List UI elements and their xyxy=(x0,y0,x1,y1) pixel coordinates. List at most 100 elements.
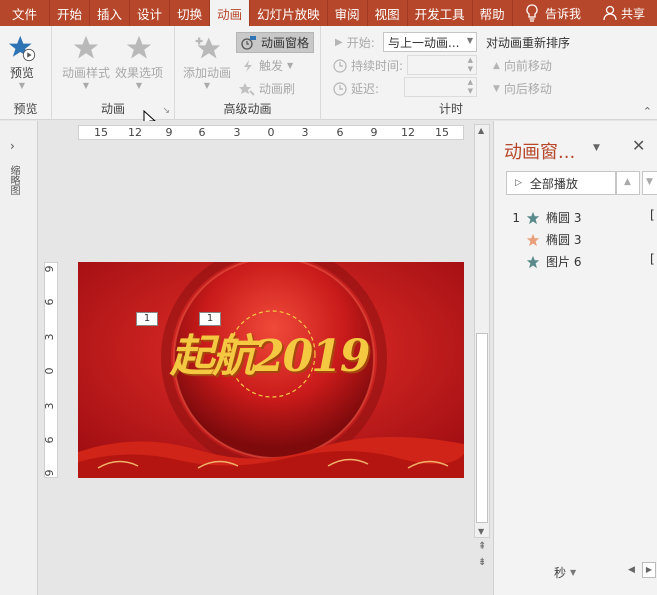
chevron-down-icon: ▼ xyxy=(570,568,577,577)
tab-insert[interactable]: 插入 xyxy=(90,0,131,26)
animation-styles-button[interactable]: 动画样式 ▼ xyxy=(62,34,110,90)
tab-view[interactable]: 视图 xyxy=(368,0,408,26)
move-up-button[interactable]: ▲ xyxy=(616,171,640,195)
spinner-arrows-icon: ▲ ▼ xyxy=(467,56,473,73)
tab-file[interactable]: 文件 xyxy=(0,0,51,26)
animation-item-number: 1 xyxy=(512,210,520,225)
play-all-button[interactable]: ▷ 全部播放 xyxy=(506,171,616,195)
group-preview: 预览 ▼ 预览 xyxy=(0,26,52,120)
tell-me-button[interactable]: 告诉我 xyxy=(519,4,593,22)
duration-label-row: 持续时间: xyxy=(333,57,403,74)
tab-design[interactable]: 设计 xyxy=(130,0,171,26)
ruler-tick: 15 xyxy=(94,126,108,139)
animation-order-tag[interactable]: 1 xyxy=(136,312,158,326)
dialog-launcher-icon[interactable]: ↘ xyxy=(162,106,170,116)
preview-label: 预览 xyxy=(9,66,34,80)
animation-list-item[interactable]: 1 椭圆 3 xyxy=(512,209,581,226)
tab-help[interactable]: 帮助 xyxy=(473,0,513,26)
effect-options-button[interactable]: 效果选项 ▼ xyxy=(115,34,163,90)
thumbnail-label[interactable]: 缩略图 xyxy=(6,165,21,195)
tab-transitions[interactable]: 切换 xyxy=(170,0,211,26)
ruler-tick: 12 xyxy=(128,126,142,139)
move-later-button[interactable]: ▼ 向后移动 xyxy=(493,80,552,97)
ruler-tick: 9 xyxy=(43,469,56,477)
collapse-ribbon-icon[interactable]: ⌃ xyxy=(643,105,652,118)
scroll-up-icon[interactable]: ▲ xyxy=(478,126,484,135)
previous-slide-icon[interactable]: ⇞ xyxy=(478,541,486,552)
animation-pane: 动画窗... ▼ ✕ ▷ 全部播放 ▲ ▼ 1 椭圆 3 椭圆 3 图片 6 [… xyxy=(493,121,657,595)
animation-painter-label: 动画刷 xyxy=(259,82,296,96)
scroll-down-icon[interactable]: ▼ xyxy=(478,527,484,536)
animation-pane-button[interactable]: 动画窗格 xyxy=(236,32,315,53)
add-animation-button[interactable]: 添加动画 ▼ xyxy=(183,34,231,90)
group-label-preview: 预览 xyxy=(13,102,38,116)
preview-button[interactable]: 预览 ▼ xyxy=(8,34,36,90)
start-label: 开始: xyxy=(346,36,375,50)
pane-options-icon[interactable]: ▼ xyxy=(593,143,600,153)
slide-canvas[interactable]: 起航2019 1 1 xyxy=(78,262,464,478)
ruler-tick: 9 xyxy=(370,126,378,139)
scroll-right-box-icon[interactable]: ▶ xyxy=(642,562,656,578)
star-icon xyxy=(126,35,152,59)
animation-pane-icon xyxy=(241,35,256,50)
ruler-tick: 9 xyxy=(43,265,56,273)
vertical-ruler: 9 6 3 0 3 6 9 xyxy=(43,262,58,478)
chevron-down-icon: ▼ xyxy=(466,36,473,45)
ribbon-tab-bar: 文件 开始 插入 设计 切换 动画 幻灯片放映 审阅 视图 开发工具 帮助 告诉… xyxy=(0,0,657,26)
tab-slideshow[interactable]: 幻灯片放映 xyxy=(250,0,328,26)
lightning-icon xyxy=(244,59,252,72)
animation-item-name: 椭圆 3 xyxy=(546,233,582,247)
spinner-arrows-icon: ▲ ▼ xyxy=(467,78,473,95)
move-earlier-button[interactable]: ▲ 向前移动 xyxy=(493,57,552,74)
trigger-button[interactable]: 触发 ▼ xyxy=(241,57,293,74)
effect-options-label: 效果选项 xyxy=(115,66,164,80)
chevron-down-icon: ▼ xyxy=(135,81,143,90)
chevron-down-icon: ▼ xyxy=(18,81,26,90)
animation-painter-icon xyxy=(239,82,255,96)
ruler-tick: 6 xyxy=(198,126,206,139)
tab-review[interactable]: 审阅 xyxy=(328,0,368,26)
ruler-tick: 0 xyxy=(267,126,275,139)
chevron-down-icon: ▼ xyxy=(203,81,211,90)
tab-animations[interactable]: 动画 xyxy=(210,0,251,26)
chevron-down-icon: ▼ xyxy=(82,81,90,90)
animation-item-name: 椭圆 3 xyxy=(546,211,582,225)
scroll-left-icon[interactable]: ◀ xyxy=(628,565,635,575)
clock-icon xyxy=(333,58,347,73)
start-label-row: ▶ 开始: xyxy=(335,34,375,51)
triangle-down-icon: ▼ xyxy=(493,83,500,94)
next-slide-icon[interactable]: ⇟ xyxy=(478,557,486,568)
group-label-timing: 计时 xyxy=(438,102,463,116)
tab-developer[interactable]: 开发工具 xyxy=(408,0,473,26)
ruler-tick: 3 xyxy=(43,402,56,410)
start-dropdown[interactable]: 与上一动画... ▼ xyxy=(383,32,477,52)
thumbnail-pane-collapsed: › 缩略图 xyxy=(0,121,38,595)
share-button[interactable]: 共享 xyxy=(593,5,657,22)
star-icon xyxy=(526,233,540,246)
seconds-dropdown[interactable]: 秒 ▼ xyxy=(554,564,576,581)
animation-order-tag[interactable]: 1 xyxy=(199,312,221,326)
expand-pane-icon[interactable]: › xyxy=(10,139,15,153)
ruler-tick: 12 xyxy=(401,126,415,139)
duration-spinner[interactable]: ▲ ▼ xyxy=(407,55,477,75)
ribbon: 预览 ▼ 预览 动画样式 ▼ 效果选项 ▼ 动画 ↘ 添加动画 ▼ 动画窗格 触… xyxy=(0,26,657,130)
slide-scrollbar[interactable]: ▲ ▼ xyxy=(474,124,490,538)
star-icon xyxy=(526,211,540,224)
person-icon xyxy=(603,5,617,21)
group-advanced-animation: 添加动画 ▼ 动画窗格 触发 ▼ 动画刷 高级动画 xyxy=(175,26,321,120)
animation-painter-button[interactable]: 动画刷 xyxy=(239,80,295,97)
play-triangle-icon: ▷ xyxy=(515,178,522,188)
animation-list-item[interactable]: 椭圆 3 xyxy=(512,231,581,248)
clock-icon xyxy=(333,81,347,96)
chevron-down-icon: ▼ xyxy=(287,61,294,70)
close-icon[interactable]: ✕ xyxy=(632,136,645,155)
scroll-thumb[interactable] xyxy=(476,333,488,523)
tab-home[interactable]: 开始 xyxy=(50,0,91,26)
animation-list-item[interactable]: 图片 6 xyxy=(512,253,581,270)
delay-spinner[interactable]: ▲ ▼ xyxy=(404,77,477,97)
start-dropdown-value: 与上一动画... xyxy=(388,36,460,50)
move-down-button[interactable]: ▼ xyxy=(642,171,657,195)
slide-title-calligraphy[interactable]: 起航2019 xyxy=(170,320,370,384)
group-timing: ▶ 开始: 与上一动画... ▼ 持续时间: ▲ ▼ 延迟: ▲ ▼ 对动画重新排序… xyxy=(321,26,657,120)
animation-item-name: 图片 6 xyxy=(546,255,582,269)
